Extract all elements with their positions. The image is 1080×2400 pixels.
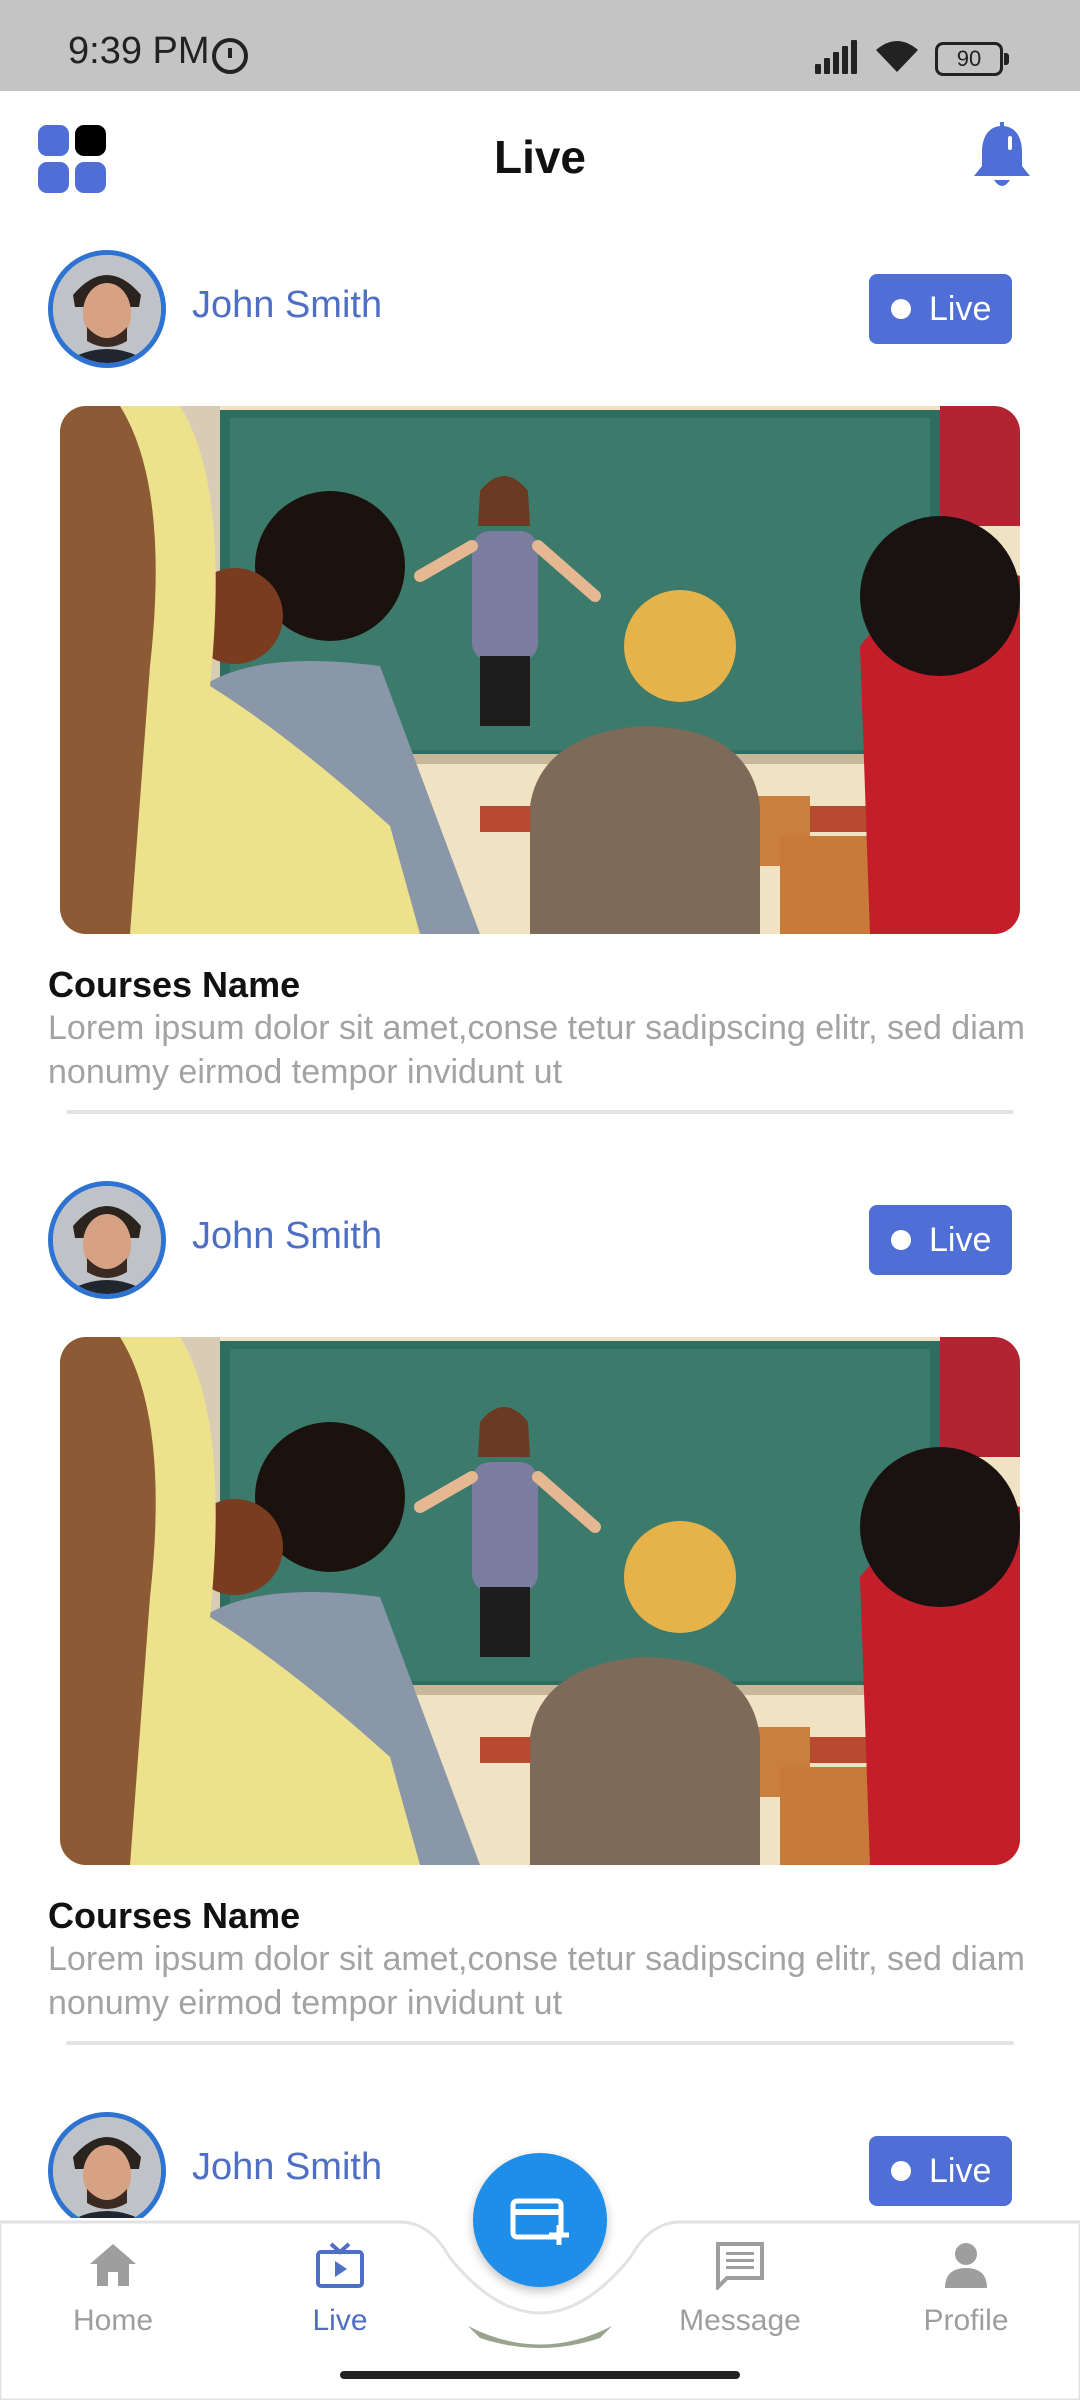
live-card[interactable]: John Smith Live Courses Name Lorem ipsum… [0, 1181, 1080, 2111]
course-title: Courses Name [48, 964, 301, 1005]
course-thumbnail[interactable] [60, 406, 1020, 934]
home-indicator[interactable] [340, 2371, 740, 2379]
nav-live-label: Live [312, 2304, 368, 2337]
nav-home[interactable]: Home [33, 2240, 193, 2340]
avatar[interactable] [48, 1181, 166, 1299]
nav-message[interactable]: Message [660, 2240, 820, 2340]
nav-live[interactable]: Live [260, 2240, 420, 2340]
user-name[interactable]: John Smith [192, 284, 382, 327]
home-icon [90, 2244, 136, 2286]
live-card[interactable]: John Smith Live Courses Name Lorem ipsum… [0, 250, 1080, 1180]
user-name[interactable]: John Smith [192, 2146, 382, 2189]
notification-bell-icon[interactable] [970, 122, 1034, 194]
user-name[interactable]: John Smith [192, 1215, 382, 1258]
wifi-icon [876, 41, 918, 72]
page-title: Live [493, 131, 587, 183]
live-button[interactable]: Live [869, 2136, 1012, 2206]
message-icon [716, 2242, 764, 2290]
live-dot-icon [891, 1230, 911, 1250]
avatar[interactable] [48, 2112, 166, 2218]
nav-profile-label: Profile [923, 2304, 1009, 2337]
live-dot-icon [891, 299, 911, 319]
course-description: Lorem ipsum dolor sit amet,conse tetur s… [48, 1940, 1026, 2022]
battery-icon: 90 [935, 42, 1009, 76]
live-button-label: Live [929, 2152, 992, 2190]
tv-icon [316, 2242, 364, 2288]
avatar[interactable] [48, 250, 166, 368]
nav-profile[interactable]: Profile [886, 2240, 1046, 2340]
nav-home-label: Home [72, 2304, 154, 2337]
live-button-label: Live [929, 1221, 992, 1259]
nav-message-label: Message [679, 2304, 801, 2337]
live-button-label: Live [929, 290, 992, 328]
live-button[interactable]: Live [869, 1205, 1012, 1275]
status-time: 9:39 PM [68, 30, 210, 72]
divider [66, 2041, 1014, 2045]
add-course-fab[interactable] [473, 2153, 607, 2287]
status-bar: 9:39 PM 90 [0, 0, 1080, 91]
add-card-icon [510, 2198, 569, 2245]
course-description: Lorem ipsum dolor sit amet,conse tetur s… [48, 1009, 1026, 1091]
divider [66, 1110, 1014, 1114]
live-dot-icon [891, 2161, 911, 2181]
course-thumbnail[interactable] [60, 1337, 1020, 1865]
signal-icon [815, 40, 859, 74]
alarm-icon [212, 38, 248, 74]
battery-level: 90 [956, 46, 982, 71]
course-title: Courses Name [48, 1895, 301, 1936]
profile-icon [945, 2243, 987, 2288]
live-button[interactable]: Live [869, 274, 1012, 344]
